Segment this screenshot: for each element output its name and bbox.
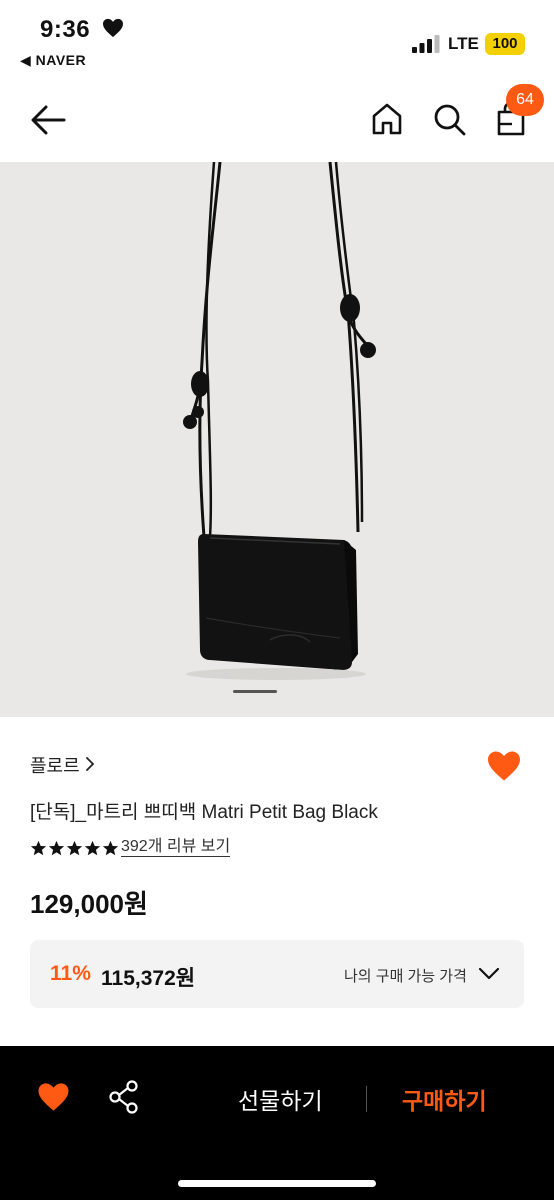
my-price-panel[interactable]: 11% 115,372원 나의 구매 가능 가격 [30,940,524,1008]
review-link[interactable]: 392개 리뷰 보기 [121,838,231,857]
discount-price: 115,372원 [101,967,196,990]
discount-rate: 11% [50,962,91,985]
wishlist-heart-icon[interactable] [37,1082,70,1112]
buy-button[interactable]: 구매하기 [402,1082,487,1116]
heart-icon [103,18,123,38]
brand-link[interactable]: 플로르 [30,752,80,778]
bag-illustration [183,162,376,680]
star-icon [48,840,65,856]
battery-indicator: 100 [485,33,525,55]
image-page-indicator [233,690,277,693]
status-time: 9:36 [40,16,91,43]
chevron-right-icon [86,757,95,771]
star-icon [84,840,101,856]
status-bar: 9:36 ◀ NAVER LTE 100 [0,0,554,80]
rating-stars [30,840,119,858]
home-indicator [178,1180,376,1187]
cart-count-badge: 64 [506,84,544,116]
my-price-label: 나의 구매 가능 가격 [344,968,467,985]
signal-icon [412,35,440,53]
product-price: 129,000원 [30,889,148,919]
star-icon [30,840,47,856]
home-icon[interactable] [368,100,406,138]
back-to-app-link[interactable]: ◀ NAVER [20,52,86,69]
bottom-action-bar: 선물하기 구매하기 [0,1046,554,1200]
wishlist-heart-icon[interactable] [486,750,522,782]
product-image[interactable] [0,162,554,717]
top-navigation [0,90,554,160]
search-icon[interactable] [430,100,468,138]
network-type: LTE [448,34,479,53]
gift-button[interactable]: 선물하기 [238,1082,323,1116]
share-icon[interactable] [108,1080,140,1114]
product-title: [단독]_마트리 쁘띠백 Matri Petit Bag Black [30,802,378,823]
back-arrow-icon[interactable] [28,100,68,140]
chevron-down-icon[interactable] [478,966,500,982]
divider [366,1086,367,1112]
star-icon [102,840,119,856]
star-icon [66,840,83,856]
